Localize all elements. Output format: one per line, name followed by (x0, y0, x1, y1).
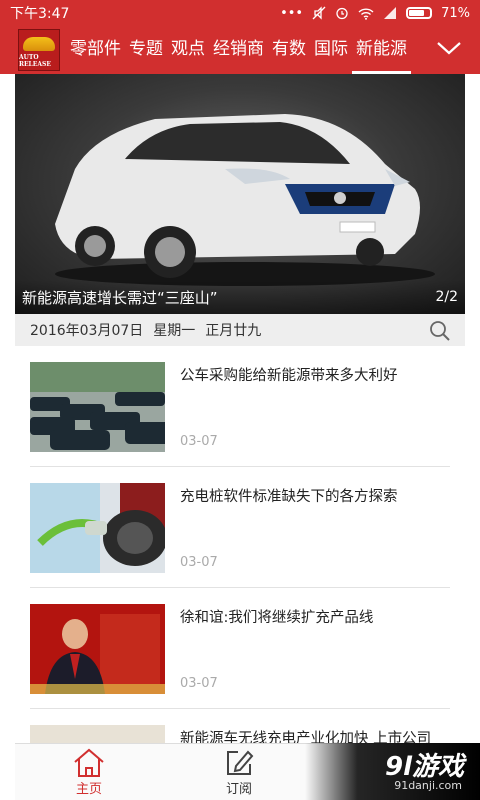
news-date: 03-07 (180, 434, 218, 449)
news-title: 徐和谊:我们将继续扩充产品线 (180, 610, 374, 626)
top-nav-bar: AUTO RELEASE 零部件 专题 观点 经销商 有数 国际 新能源 (0, 26, 480, 74)
weekday-text: 星期一 (153, 323, 196, 339)
list-item[interactable]: 充电桩软件标准缺失下的各方探索 03-07 (30, 467, 450, 588)
date-bar: 2016年03月07日 星期一 正月廿九 (15, 314, 465, 346)
watermark-logo: 9l游戏 91danji.com (305, 743, 480, 800)
status-bar: 下午3:47 ••• 71% (0, 0, 480, 26)
wifi-icon (358, 7, 374, 20)
news-thumbnail (30, 483, 165, 573)
tab-dealer[interactable]: 经销商 (209, 26, 268, 74)
news-title: 公车采购能给新能源带来多大利好 (180, 368, 398, 384)
app-screen: 下午3:47 ••• 71% AUTO RELEASE 零部件 专题 观点 经销… (0, 0, 480, 800)
logo-text: AUTO RELEASE (19, 53, 51, 68)
alarm-icon (336, 7, 348, 20)
chevron-down-icon[interactable] (436, 38, 462, 58)
battery-percent: 71% (441, 5, 470, 21)
tab-parts[interactable]: 零部件 (66, 26, 125, 74)
list-item[interactable]: 徐和谊:我们将继续扩充产品线 03-07 (30, 588, 450, 709)
tab-subscribe-label: 订阅 (225, 782, 252, 797)
news-date: 03-07 (180, 676, 218, 691)
car-logo-icon (23, 36, 55, 51)
tab-subscribe[interactable]: 订阅 (209, 748, 269, 797)
news-thumbnail (30, 362, 165, 452)
tab-new-energy[interactable]: 新能源 (352, 26, 411, 74)
car-photo (55, 114, 435, 286)
list-item[interactable]: 公车采购能给新能源带来多大利好 03-07 (30, 346, 450, 467)
signal-dots-icon: ••• (280, 5, 304, 21)
channel-tabs: 零部件 专题 观点 经销商 有数 国际 新能源 (66, 26, 411, 74)
mute-icon (312, 6, 326, 20)
date-text: 2016年03月07日 (30, 323, 144, 339)
tab-home[interactable]: 主页 (59, 748, 119, 797)
tab-opinion[interactable]: 观点 (167, 26, 209, 74)
app-logo[interactable]: AUTO RELEASE (18, 29, 60, 71)
news-date: 03-07 (180, 555, 218, 570)
news-title: 充电桩软件标准缺失下的各方探索 (180, 489, 398, 505)
tab-international[interactable]: 国际 (310, 26, 352, 74)
watermark-site: 91danji.com (394, 779, 462, 792)
tab-special[interactable]: 专题 (125, 26, 167, 74)
banner-caption: 新能源高速增长需过“三座山” 2/2 (15, 280, 465, 314)
battery-icon (406, 7, 433, 19)
home-icon (74, 748, 104, 777)
edit-icon (227, 750, 254, 775)
banner-pager: 2/2 (435, 289, 458, 305)
featured-banner[interactable]: 新能源高速增长需过“三座山” 2/2 (15, 74, 465, 314)
lunar-date-text: 正月廿九 (205, 323, 262, 339)
banner-title: 新能源高速增长需过“三座山” (22, 288, 218, 307)
status-time: 下午3:47 (10, 6, 70, 22)
watermark-brand: 9l游戏 (384, 752, 464, 782)
tab-home-label: 主页 (75, 782, 102, 797)
status-icons: ••• 71% (280, 6, 470, 21)
news-thumbnail (30, 604, 165, 694)
search-icon[interactable] (429, 320, 451, 342)
news-list: 公车采购能给新能源带来多大利好 03-07 充电桩软件标准缺失下的各方探索 03… (30, 346, 450, 800)
tab-data[interactable]: 有数 (268, 26, 310, 74)
cell-signal-icon (384, 7, 397, 19)
